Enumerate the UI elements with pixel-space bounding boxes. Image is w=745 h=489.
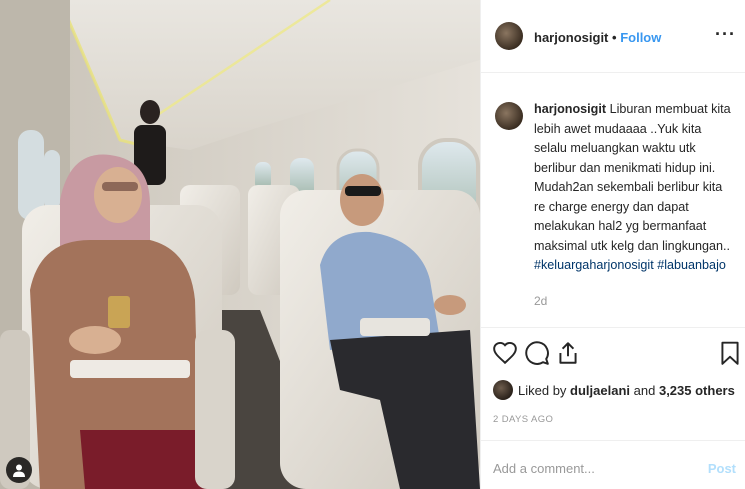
- comments-area: harjonosigit Liburan membuat kita lebih …: [481, 72, 745, 324]
- follow-button[interactable]: Follow: [620, 30, 661, 45]
- separator-dot: •: [612, 30, 617, 45]
- instagram-post: harjonosigit • Follow ··· harjonosigit L…: [0, 0, 745, 489]
- author-line: harjonosigit • Follow: [534, 30, 661, 45]
- divider: [481, 440, 745, 441]
- post-comment-button[interactable]: Post: [708, 461, 736, 476]
- hashtag-link[interactable]: #labuanbajo: [657, 258, 726, 272]
- caption-text: Liburan membuat kita lebih awet mudaaaa …: [534, 102, 731, 253]
- post-date[interactable]: 2 DAYS AGO: [493, 414, 553, 425]
- author-username[interactable]: harjonosigit: [534, 30, 608, 45]
- comment-icon[interactable]: [524, 340, 550, 366]
- post-header: harjonosigit • Follow ···: [481, 0, 745, 73]
- post-photo[interactable]: [0, 0, 480, 489]
- caption-username[interactable]: harjonosigit: [534, 102, 606, 116]
- hashtag-link[interactable]: #keluargaharjonosigit: [534, 258, 654, 272]
- tagged-users-icon[interactable]: [6, 457, 32, 483]
- more-options-icon[interactable]: ···: [715, 24, 736, 45]
- action-bar: [481, 336, 745, 376]
- author-avatar[interactable]: [495, 22, 523, 50]
- caption-avatar[interactable]: [495, 102, 523, 130]
- likes-and: and: [633, 382, 656, 398]
- likes-prefix: Liked by: [518, 382, 567, 398]
- caption: harjonosigit Liburan membuat kita lebih …: [534, 100, 734, 276]
- caption-time-ago[interactable]: 2d: [534, 294, 547, 308]
- post-sidebar: harjonosigit • Follow ··· harjonosigit L…: [480, 0, 745, 489]
- heart-icon[interactable]: [492, 340, 518, 366]
- likes-others-link[interactable]: 3,235 others: [659, 383, 735, 398]
- liker-username[interactable]: duljaelani: [570, 383, 630, 398]
- liker-avatar[interactable]: [493, 380, 513, 400]
- comment-input[interactable]: Add a comment...: [493, 461, 595, 476]
- divider: [481, 327, 745, 328]
- bookmark-icon[interactable]: [717, 340, 743, 366]
- likes-summary: Liked by duljaelani and 3,235 others: [493, 380, 735, 400]
- jet-cabin-photo: [0, 0, 480, 489]
- share-icon[interactable]: [555, 340, 581, 366]
